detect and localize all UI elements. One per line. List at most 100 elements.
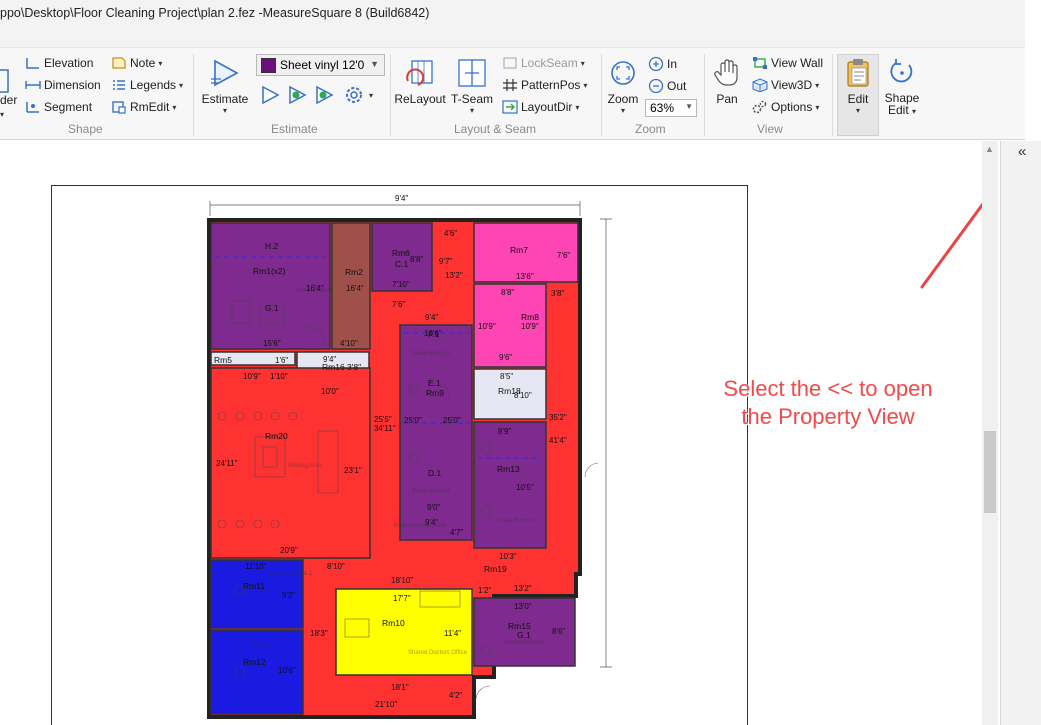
view-wall-button[interactable]: View Wall (752, 56, 823, 70)
room-label: Rm13 (497, 464, 520, 474)
room-label: Rm19 (484, 564, 507, 574)
dim-label: 13'6" (516, 272, 534, 281)
lockseam-label: LockSeam (521, 56, 578, 70)
tseam-icon (458, 59, 486, 87)
estimate-step-button[interactable] (286, 84, 308, 106)
elevation-label: Elevation (44, 56, 94, 70)
property-pane-collapsed (1000, 141, 1041, 725)
pan-button[interactable]: Pan (710, 54, 744, 106)
app-window: ppo\Desktop\Floor Cleaning Project\plan … (0, 0, 1041, 725)
patternpos-label: PatternPos (521, 78, 581, 92)
cube-icon (752, 78, 768, 92)
separator (704, 54, 705, 136)
dim-label: 9'4" (425, 518, 438, 527)
dim-label: 23'1" (344, 466, 362, 475)
layoutdir-icon (502, 100, 518, 114)
relayout-button[interactable]: ReLayout (394, 54, 446, 106)
note-label: Note (130, 56, 156, 70)
tseam-dropdown-icon: ▾ (469, 106, 474, 115)
zoom-in-label: In (667, 57, 678, 71)
dim-label: 8'6" (552, 627, 565, 636)
dim-label: 16'4" (346, 284, 364, 293)
estimate-button[interactable]: Estimate ▾ (201, 54, 249, 115)
floor-plan[interactable]: 9'4" Rm1(x2) H.2 G.1 Rm2 Rm6 C.1 Rm7 Rm8… (0, 141, 982, 725)
zoom-button[interactable]: Zoom ▾ (604, 54, 642, 115)
overall-top-dim: 9'4" (395, 194, 408, 203)
legends-dropdown-icon: ▾ (179, 80, 184, 90)
dim-label: 41'4" (549, 436, 567, 445)
patternpos-button[interactable]: PatternPos ▾ (502, 78, 587, 92)
dim-label: 4'2" (449, 691, 462, 700)
dimension-button[interactable]: Dimension (25, 78, 101, 92)
rotate-icon (890, 59, 913, 83)
vertical-scrollbar[interactable]: ▲ (982, 141, 998, 725)
lockseam-button[interactable]: LockSeam ▾ (502, 56, 585, 70)
dim-label: 13'2" (514, 584, 532, 593)
area-name: Waiting Area (288, 463, 322, 469)
settings-dropdown-icon: ▾ (369, 90, 374, 100)
dim-label: 18'3" (310, 629, 328, 638)
room-label: D.1 (428, 468, 442, 478)
options-label: Options (771, 100, 813, 114)
dim-label: 8'8" (501, 288, 514, 297)
relayout-icon (406, 60, 433, 86)
estimate-run-button[interactable] (259, 84, 281, 106)
lockseam-dropdown-icon: ▾ (580, 58, 585, 68)
drawing-canvas[interactable]: 9'4" Rm1(x2) H.2 G.1 Rm2 Rm6 C.1 Rm7 Rm8… (0, 141, 982, 725)
border-dropdown-icon[interactable]: ▾ (0, 110, 4, 119)
view-wall-icon (753, 57, 767, 69)
scroll-up-icon[interactable]: ▲ (985, 144, 994, 154)
room-label: G.1 (265, 303, 279, 313)
dim-label: 10'6" (278, 666, 296, 675)
zoom-out-button[interactable]: Out (648, 78, 686, 94)
tseam-button[interactable]: T-Seam ▾ (448, 54, 496, 115)
property-view-expand-button[interactable]: « (1003, 141, 1041, 163)
room-label: Rm5 (214, 355, 232, 365)
zoom-level-select[interactable]: 63% ▼ (645, 99, 697, 117)
dim-label: 4'6" (444, 229, 457, 238)
options-button[interactable]: Options ▾ (752, 100, 819, 114)
dim-label: 18'1" (391, 683, 409, 692)
room-rm13 (473, 421, 547, 549)
legends-icon (113, 80, 125, 90)
room-label: Rm7 (510, 245, 528, 255)
gears-icon (752, 100, 767, 114)
dim-label: 24'11" (216, 459, 238, 468)
segment-label: Segment (44, 100, 93, 114)
elevation-icon (26, 58, 39, 69)
dim-label: 8'9" (498, 427, 511, 436)
area-name: Shared Doctors Office (408, 650, 468, 656)
area-name: Exam Room 4 (412, 489, 451, 495)
rmedit-button[interactable]: RmEdit ▾ (111, 100, 176, 114)
layout-group-label: Layout & Seam (454, 122, 537, 136)
room-label: H.2 (265, 241, 279, 251)
note-button[interactable]: Note ▾ (111, 56, 162, 70)
legends-button[interactable]: Legends ▾ (111, 78, 183, 92)
estimate-area-button[interactable] (313, 84, 335, 106)
elevation-button[interactable]: Elevation (25, 56, 93, 70)
dim-label: 7'6" (557, 251, 570, 260)
lockseam-icon (503, 57, 517, 69)
room-label: Rm11 (243, 581, 265, 591)
view3d-button[interactable]: View3D ▾ (752, 78, 819, 92)
dim-label: 9'7" (439, 257, 452, 266)
layoutdir-button[interactable]: LayoutDir ▾ (502, 100, 579, 114)
zoom-in-button[interactable]: In (648, 56, 677, 72)
area-name: Doctor's Office 1 (268, 571, 313, 577)
room-label: Rm2 (345, 267, 363, 277)
dim-label: 8'10" (514, 391, 532, 400)
estimate-play-icon (211, 59, 239, 87)
product-select[interactable]: Sheet vinyl 12'0 ▼ (256, 54, 385, 76)
view3d-dropdown-icon: ▾ (815, 80, 820, 90)
zoom-level-value: 63% (650, 101, 675, 115)
callout-arrow (920, 202, 982, 289)
room-label: Rm12 (243, 657, 266, 667)
segment-button[interactable]: Segment (25, 100, 92, 114)
separator (832, 54, 833, 136)
edit-button[interactable]: Edit ▾ (838, 54, 878, 115)
dim-label: 9'6" (499, 353, 512, 362)
scroll-thumb[interactable] (984, 431, 996, 513)
estimate-settings-button[interactable]: ▾ (342, 83, 373, 107)
shape-edit-button[interactable]: Shape Edit ▾ (882, 54, 922, 118)
note-icon (112, 57, 126, 69)
